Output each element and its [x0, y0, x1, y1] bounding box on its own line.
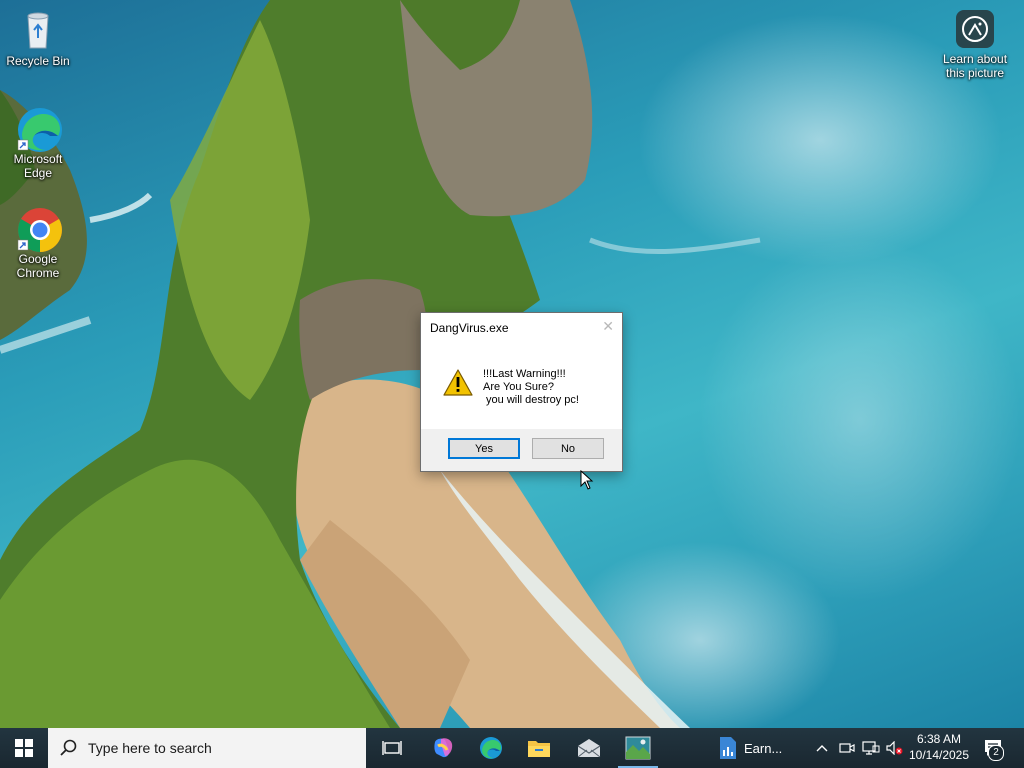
notifications-button[interactable]: 2	[978, 728, 1008, 768]
network-icon	[862, 741, 880, 755]
edge-label: Microsoft Edge	[13, 152, 63, 180]
clock[interactable]: 6:38 AM 10/14/2025	[906, 731, 972, 763]
close-icon[interactable]: ✕	[602, 318, 614, 335]
desktop-icon-recycle-bin[interactable]: Recycle Bin	[0, 8, 76, 68]
learn-about-picture[interactable]: Learn about this picture	[936, 10, 1014, 80]
desktop-wallpaper: Recycle Bin Microsoft Edge Google Chrome…	[0, 0, 1024, 728]
search-placeholder: Type here to search	[88, 740, 212, 756]
recycle-bin-icon	[16, 8, 60, 52]
mail-icon	[577, 739, 601, 758]
recycle-bin-label: Recycle Bin	[6, 54, 70, 68]
start-button[interactable]	[0, 728, 48, 768]
notification-count-badge: 2	[988, 745, 1004, 761]
clock-time: 6:38 AM	[916, 732, 962, 746]
copilot-icon	[434, 738, 453, 758]
picture-app-button[interactable]	[616, 728, 660, 768]
taskbar-edge-button[interactable]	[470, 728, 512, 768]
mouse-cursor-icon	[580, 470, 594, 490]
dialog-title: DangVirus.exe	[430, 321, 509, 335]
task-view-button[interactable]	[372, 728, 412, 768]
yes-button[interactable]: Yes	[448, 438, 520, 459]
dialog-button-bar: Yes No	[421, 429, 622, 471]
desktop-icon-edge[interactable]: Microsoft Edge	[0, 106, 76, 180]
clock-date: 10/14/2025	[908, 748, 970, 762]
camera-tray-icon	[839, 743, 855, 753]
document-chart-icon	[720, 737, 736, 759]
volume-button[interactable]	[884, 728, 906, 768]
search-box[interactable]: Type here to search	[48, 728, 366, 768]
network-button[interactable]	[860, 728, 882, 768]
dialog-message: !!!Last Warning!!! Are You Sure? you wil…	[483, 368, 579, 406]
chrome-label: Google Chrome	[16, 252, 60, 280]
warning-icon	[443, 369, 473, 402]
copilot-button[interactable]	[422, 728, 464, 768]
chevron-up-icon	[816, 745, 828, 752]
meet-now-button[interactable]	[836, 728, 858, 768]
learn-label: Learn about this picture	[942, 52, 1008, 80]
edge-icon	[16, 106, 62, 152]
chrome-icon	[16, 206, 62, 252]
windows-start-icon	[15, 739, 33, 757]
no-button[interactable]: No	[532, 438, 604, 459]
volume-muted-icon	[886, 741, 903, 755]
show-hidden-icons-button[interactable]	[812, 728, 832, 768]
desktop-icon-chrome[interactable]: Google Chrome	[0, 206, 76, 280]
file-explorer-button[interactable]	[518, 728, 560, 768]
mail-button[interactable]	[568, 728, 610, 768]
task-view-icon	[382, 741, 402, 755]
camera-icon	[956, 10, 994, 48]
earn-widget-label: Earn...	[744, 740, 783, 756]
search-icon	[60, 739, 77, 756]
edge-icon	[480, 737, 502, 759]
picture-icon	[625, 736, 651, 760]
taskbar: Type here to search Earn... 6:38 AM 10/1…	[0, 728, 1024, 768]
earn-widget-button[interactable]: Earn...	[718, 728, 808, 768]
folder-icon	[528, 741, 550, 757]
message-dialog: DangVirus.exe ✕ !!!Last Warning!!! Are Y…	[420, 312, 623, 472]
